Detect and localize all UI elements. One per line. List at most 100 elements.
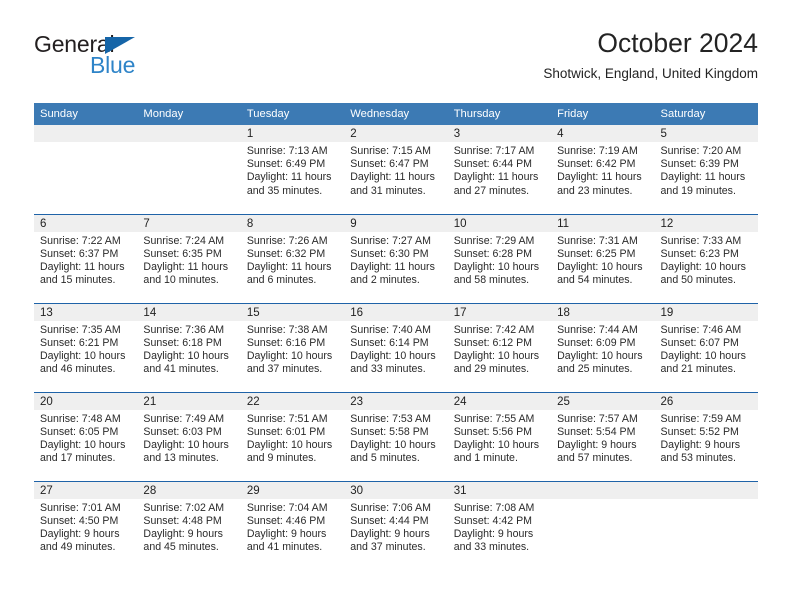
day-number: 7 xyxy=(137,214,241,232)
sunrise-time: Sunrise: 7:53 AM xyxy=(350,412,431,425)
calendar-day-cell[interactable]: 25 Sunrise: 7:57 AM Sunset: 5:54 PM Dayligh… xyxy=(551,391,655,481)
sunset-time: Sunset: 6:16 PM xyxy=(246,336,326,349)
calendar-cell-inner: 6 Sunrise: 7:22 AM Sunset: 6:37 PM Daylight… xyxy=(34,214,138,303)
calendar-cell-inner: 1 Sunrise: 7:13 AM Sunset: 6:49 PM Daylight… xyxy=(240,125,345,214)
calendar-cell-inner: 5 Sunrise: 7:20 AM Sunset: 6:39 PM Daylight… xyxy=(654,125,758,214)
calendar-cell-empty xyxy=(551,480,655,570)
day-number: 16 xyxy=(344,303,448,321)
calendar-day-cell[interactable]: 28 Sunrise: 7:02 AM Sunset: 4:48 PM Dayligh… xyxy=(137,480,241,570)
page-subtitle: Shotwick, England, United Kingdom xyxy=(543,66,758,82)
calendar-day-cell[interactable]: 12 Sunrise: 7:33 AM Sunset: 6:23 PM Dayligh… xyxy=(654,213,758,303)
day-number: 5 xyxy=(654,125,758,142)
weekday-header-tuesday: Tuesday xyxy=(240,103,345,125)
daylight-duration-line2: and 58 minutes. xyxy=(453,274,530,287)
day-number: 19 xyxy=(654,303,758,321)
sunrise-time: Sunrise: 7:46 AM xyxy=(660,323,742,336)
daylight-duration-line2: and 19 minutes. xyxy=(660,184,736,197)
calendar-day-cell[interactable]: 6 Sunrise: 7:22 AM Sunset: 6:37 PM Daylight… xyxy=(34,213,138,303)
calendar-day-cell[interactable]: 24 Sunrise: 7:55 AM Sunset: 5:56 PM Dayligh… xyxy=(447,391,552,481)
day-number: 2 xyxy=(344,125,448,142)
sunrise-time: Sunrise: 7:51 AM xyxy=(246,412,328,425)
calendar-day-cell[interactable]: 3 Sunrise: 7:17 AM Sunset: 6:44 PM Daylight… xyxy=(447,125,552,214)
calendar-day-cell[interactable]: 20 Sunrise: 7:48 AM Sunset: 6:05 PM Dayligh… xyxy=(34,391,138,481)
calendar-day-cell[interactable]: 11 Sunrise: 7:31 AM Sunset: 6:25 PM Dayligh… xyxy=(551,213,655,303)
calendar-week-row: 1 Sunrise: 7:13 AM Sunset: 6:49 PM Daylight… xyxy=(34,125,758,214)
sunrise-time: Sunrise: 7:13 AM xyxy=(246,145,328,157)
calendar-day-cell[interactable]: 19 Sunrise: 7:46 AM Sunset: 6:07 PM Dayligh… xyxy=(654,302,758,392)
calendar-day-cell[interactable]: 15 Sunrise: 7:38 AM Sunset: 6:16 PM Dayligh… xyxy=(240,302,345,392)
calendar-day-cell[interactable]: 31 Sunrise: 7:08 AM Sunset: 4:42 PM Dayligh… xyxy=(447,480,552,570)
sunset-time: Sunset: 6:42 PM xyxy=(557,158,636,171)
sunrise-time: Sunrise: 7:42 AM xyxy=(453,323,535,336)
sunset-time: Sunset: 5:56 PM xyxy=(453,425,533,438)
daylight-duration-line2: and 33 minutes. xyxy=(453,541,530,554)
calendar-day-cell[interactable]: 22 Sunrise: 7:51 AM Sunset: 6:01 PM Dayligh… xyxy=(240,391,345,481)
calendar-day-cell[interactable]: 18 Sunrise: 7:44 AM Sunset: 6:09 PM Dayligh… xyxy=(551,302,655,392)
calendar-day-cell[interactable]: 21 Sunrise: 7:49 AM Sunset: 6:03 PM Dayligh… xyxy=(137,391,241,481)
day-details: Sunrise: 7:26 AM Sunset: 6:32 PM Daylight:… xyxy=(241,232,344,288)
sunset-time: Sunset: 5:54 PM xyxy=(557,425,636,438)
day-details: Sunrise: 7:22 AM Sunset: 6:37 PM Daylight:… xyxy=(34,232,137,288)
calendar-body: 1 Sunrise: 7:13 AM Sunset: 6:49 PM Daylight… xyxy=(34,125,758,570)
daylight-duration-line1: Daylight: 10 hours xyxy=(557,349,643,362)
day-details: Sunrise: 7:46 AM Sunset: 6:07 PM Daylight:… xyxy=(655,321,758,377)
daylight-duration-line1: Daylight: 10 hours xyxy=(453,349,540,362)
day-number: 29 xyxy=(240,481,345,499)
calendar-cell-inner: 11 Sunrise: 7:31 AM Sunset: 6:25 PM Dayligh… xyxy=(551,214,655,303)
sunset-time: Sunset: 4:50 PM xyxy=(40,514,119,527)
calendar-day-cell[interactable]: 26 Sunrise: 7:59 AM Sunset: 5:52 PM Dayligh… xyxy=(654,391,758,481)
daylight-duration-line2: and 37 minutes. xyxy=(246,363,323,376)
calendar-day-cell[interactable]: 1 Sunrise: 7:13 AM Sunset: 6:49 PM Daylight… xyxy=(240,125,345,214)
calendar-day-cell[interactable]: 27 Sunrise: 7:01 AM Sunset: 4:50 PM Dayligh… xyxy=(34,480,138,570)
calendar-cell-inner: 12 Sunrise: 7:33 AM Sunset: 6:23 PM Dayligh… xyxy=(654,214,758,303)
calendar-week-row: 6 Sunrise: 7:22 AM Sunset: 6:37 PM Daylight… xyxy=(34,213,758,303)
calendar-day-cell[interactable]: 16 Sunrise: 7:40 AM Sunset: 6:14 PM Dayligh… xyxy=(344,302,448,392)
sunrise-time: Sunrise: 7:36 AM xyxy=(143,323,225,336)
day-details: Sunrise: 7:49 AM Sunset: 6:03 PM Daylight:… xyxy=(137,410,240,466)
calendar-page: General Blue October 2024 Shotwick, Engl… xyxy=(0,0,792,612)
daylight-duration-line1: Daylight: 9 hours xyxy=(453,527,534,540)
day-details: Sunrise: 7:13 AM Sunset: 6:49 PM Daylight:… xyxy=(241,142,344,198)
calendar-day-cell[interactable]: 17 Sunrise: 7:42 AM Sunset: 6:12 PM Dayligh… xyxy=(447,302,552,392)
day-details: Sunrise: 7:19 AM Sunset: 6:42 PM Daylight:… xyxy=(551,142,654,198)
day-number: 18 xyxy=(551,303,655,321)
calendar-day-cell[interactable]: 13 Sunrise: 7:35 AM Sunset: 6:21 PM Dayligh… xyxy=(34,302,138,392)
day-number: 13 xyxy=(34,303,138,321)
day-number: 25 xyxy=(551,392,655,410)
general-blue-logo[interactable]: General Blue xyxy=(34,33,244,91)
daylight-duration-line2: and 25 minutes. xyxy=(557,363,633,376)
sunrise-time: Sunrise: 7:27 AM xyxy=(350,234,431,247)
day-number: 3 xyxy=(447,125,552,142)
daylight-duration-line2: and 54 minutes. xyxy=(557,274,633,287)
sunset-time: Sunset: 6:18 PM xyxy=(143,336,222,349)
calendar-day-cell[interactable]: 23 Sunrise: 7:53 AM Sunset: 5:58 PM Dayligh… xyxy=(344,391,448,481)
day-number: 27 xyxy=(34,481,138,499)
calendar-day-cell[interactable]: 4 Sunrise: 7:19 AM Sunset: 6:42 PM Daylight… xyxy=(551,125,655,214)
calendar-day-cell[interactable]: 29 Sunrise: 7:04 AM Sunset: 4:46 PM Dayligh… xyxy=(240,480,345,570)
sunrise-time: Sunrise: 7:22 AM xyxy=(40,234,121,247)
calendar-day-cell[interactable]: 14 Sunrise: 7:36 AM Sunset: 6:18 PM Dayligh… xyxy=(137,302,241,392)
calendar-day-cell[interactable]: 7 Sunrise: 7:24 AM Sunset: 6:35 PM Daylight… xyxy=(137,213,241,303)
day-details: Sunrise: 7:04 AM Sunset: 4:46 PM Daylight:… xyxy=(241,499,344,555)
day-details: Sunrise: 7:06 AM Sunset: 4:44 PM Daylight:… xyxy=(344,499,447,555)
daylight-duration-line1: Daylight: 9 hours xyxy=(143,527,223,540)
sunset-time: Sunset: 6:44 PM xyxy=(453,158,533,171)
day-number: 24 xyxy=(447,392,552,410)
calendar-cell-empty xyxy=(34,125,138,214)
calendar-cell-inner: 20 Sunrise: 7:48 AM Sunset: 6:05 PM Dayligh… xyxy=(34,392,138,481)
weekday-header-monday: Monday xyxy=(137,103,241,125)
calendar-day-cell[interactable]: 9 Sunrise: 7:27 AM Sunset: 6:30 PM Daylight… xyxy=(344,213,448,303)
daylight-duration-line1: Daylight: 10 hours xyxy=(143,438,229,451)
calendar-day-cell[interactable]: 2 Sunrise: 7:15 AM Sunset: 6:47 PM Daylight… xyxy=(344,125,448,214)
weekday-header-wednesday: Wednesday xyxy=(344,103,448,125)
sunrise-time: Sunrise: 7:02 AM xyxy=(143,501,225,514)
daylight-duration-line1: Daylight: 10 hours xyxy=(453,438,540,451)
day-details: Sunrise: 7:42 AM Sunset: 6:12 PM Daylight:… xyxy=(448,321,551,377)
day-number: 17 xyxy=(447,303,552,321)
daylight-duration-line2: and 17 minutes. xyxy=(40,452,116,465)
calendar-day-cell[interactable]: 5 Sunrise: 7:20 AM Sunset: 6:39 PM Daylight… xyxy=(654,125,758,214)
calendar-day-cell[interactable]: 30 Sunrise: 7:06 AM Sunset: 4:44 PM Dayligh… xyxy=(344,480,448,570)
calendar-day-cell[interactable]: 10 Sunrise: 7:29 AM Sunset: 6:28 PM Dayligh… xyxy=(447,213,552,303)
calendar-day-cell[interactable]: 8 Sunrise: 7:26 AM Sunset: 6:32 PM Daylight… xyxy=(240,213,345,303)
calendar-header-row: Sunday Monday Tuesday Wednesday Thursday… xyxy=(34,103,758,125)
